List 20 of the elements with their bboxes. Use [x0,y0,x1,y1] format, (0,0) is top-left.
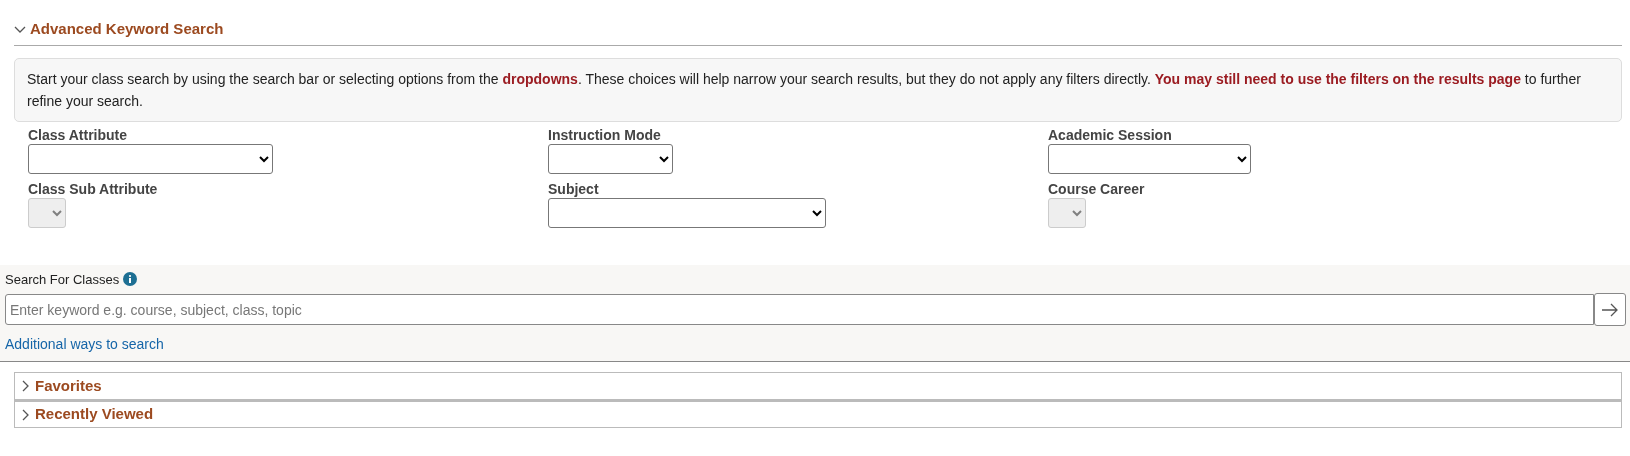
search-field[interactable]: Enter keyword e.g. course, subject, class, topic [5,294,1594,325]
field-label: Academic Session [1048,125,1173,144]
search-link[interactable]: Additional ways to search [5,334,164,355]
search-button[interactable] [1594,293,1626,326]
section-title[interactable]: Advanced Keyword Search [30,18,224,41]
field-label: Course Career [1048,179,1146,198]
field-label: Class Sub Attribute [28,179,159,198]
field-label: Class Attribute [28,125,129,144]
dropdown[interactable] [548,143,673,174]
section-title[interactable]: Favorites [35,374,102,398]
field-label: Subject [548,179,600,198]
arrow-right-icon [1601,302,1619,317]
dropdown[interactable] [548,197,826,228]
info-icon[interactable] [123,272,138,287]
info-text: Start your class search by using the search bar or selecting options from the dropdowns. These choices will help narrow your search results, but they do not apply any filters directly. You may still need to use the filters on the results page to further refine your search. [14,57,1622,122]
section-title[interactable]: Recently Viewed [35,403,154,426]
dropdown[interactable] [1048,143,1251,174]
dropdown[interactable] [28,143,273,174]
field-label: Instruction Mode [548,125,662,144]
field-label: Search For Classes [5,270,120,289]
